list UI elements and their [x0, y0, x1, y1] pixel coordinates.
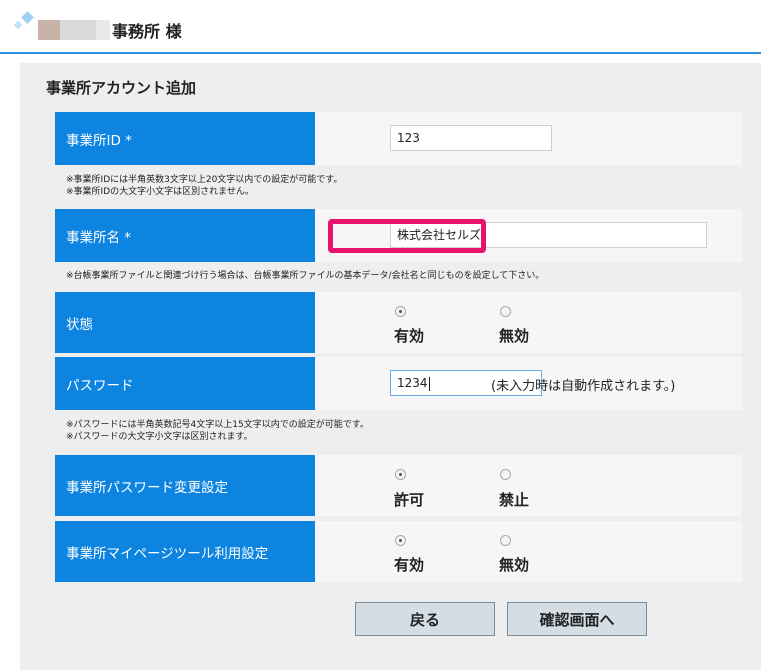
- password-hint-1: ※パスワードには半角英数記号4文字以上15文字以内での設定が可能です。: [66, 420, 369, 430]
- password-value: 1234: [397, 376, 428, 390]
- password-change-option-allow-label: 許可: [394, 491, 425, 509]
- status-row: 状態 有効 無効: [55, 292, 742, 353]
- status-option-active-label: 有効: [394, 327, 425, 345]
- mypage-tool-content: 有効 無効: [315, 521, 742, 582]
- status-option-inactive-label: 無効: [499, 327, 530, 345]
- logo-diamond-icon: [21, 11, 34, 24]
- office-name-hint-1: ※台帳事業所ファイルと関連づけ行う場合は、台帳事業所ファイルの基本データ/会社名…: [66, 271, 545, 281]
- office-id-content: 123: [315, 112, 742, 165]
- office-id-hint-1: ※事業所IDには半角英数3文字以上20文字以内での設定が可能です。: [66, 175, 343, 185]
- password-change-option-deny-label: 禁止: [499, 491, 530, 509]
- radio-checked-icon[interactable]: [395, 469, 406, 480]
- radio-unchecked-icon[interactable]: [500, 535, 511, 546]
- password-change-option-allow[interactable]: 許可: [394, 455, 455, 515]
- highlight-box: [328, 219, 486, 253]
- password-change-row: 事業所パスワード変更設定 許可 禁止: [55, 455, 742, 516]
- mypage-tool-option-active[interactable]: 有効: [394, 521, 455, 581]
- header: 事務所 様: [0, 0, 761, 54]
- mypage-tool-option-inactive-label: 無効: [499, 556, 530, 574]
- text-cursor: [428, 376, 430, 391]
- password-change-content: 許可 禁止: [315, 455, 742, 516]
- status-option-active[interactable]: 有効: [394, 292, 455, 352]
- password-note: (未入力時は自動作成されます。): [491, 379, 676, 394]
- radio-unchecked-icon[interactable]: [500, 306, 511, 317]
- radio-checked-icon[interactable]: [395, 535, 406, 546]
- status-option-inactive[interactable]: 無効: [499, 292, 560, 352]
- status-content: 有効 無効: [315, 292, 742, 353]
- office-id-hint-2: ※事業所IDの大文字小文字は区別されません。: [66, 187, 254, 197]
- mypage-tool-option-active-label: 有効: [394, 556, 425, 574]
- back-button[interactable]: 戻る: [355, 602, 495, 636]
- office-id-label: 事業所ID *: [55, 112, 315, 165]
- status-label: 状態: [55, 292, 315, 353]
- confirm-button[interactable]: 確認画面へ: [507, 602, 647, 636]
- office-name-label: 事業所名 *: [55, 209, 315, 262]
- password-hint-2: ※パスワードの大文字小文字は区別されます。: [66, 432, 253, 442]
- password-change-option-deny[interactable]: 禁止: [499, 455, 560, 515]
- office-id-row: 事業所ID * 123: [55, 112, 742, 165]
- mypage-tool-row: 事業所マイページツール利用設定 有効 無効: [55, 521, 742, 582]
- radio-unchecked-icon[interactable]: [500, 469, 511, 480]
- office-name: 事務所 様: [112, 22, 182, 41]
- mypage-tool-option-inactive[interactable]: 無効: [499, 521, 560, 581]
- office-id-input[interactable]: 123: [390, 125, 552, 151]
- password-label: パスワード: [55, 357, 315, 410]
- mypage-tool-label: 事業所マイページツール利用設定: [55, 521, 315, 582]
- avatar: [38, 20, 110, 40]
- page-title: 事業所アカウント追加: [46, 79, 197, 97]
- radio-checked-icon[interactable]: [395, 306, 406, 317]
- password-change-label: 事業所パスワード変更設定: [55, 455, 315, 516]
- logo-diamond-small-icon: [13, 20, 23, 30]
